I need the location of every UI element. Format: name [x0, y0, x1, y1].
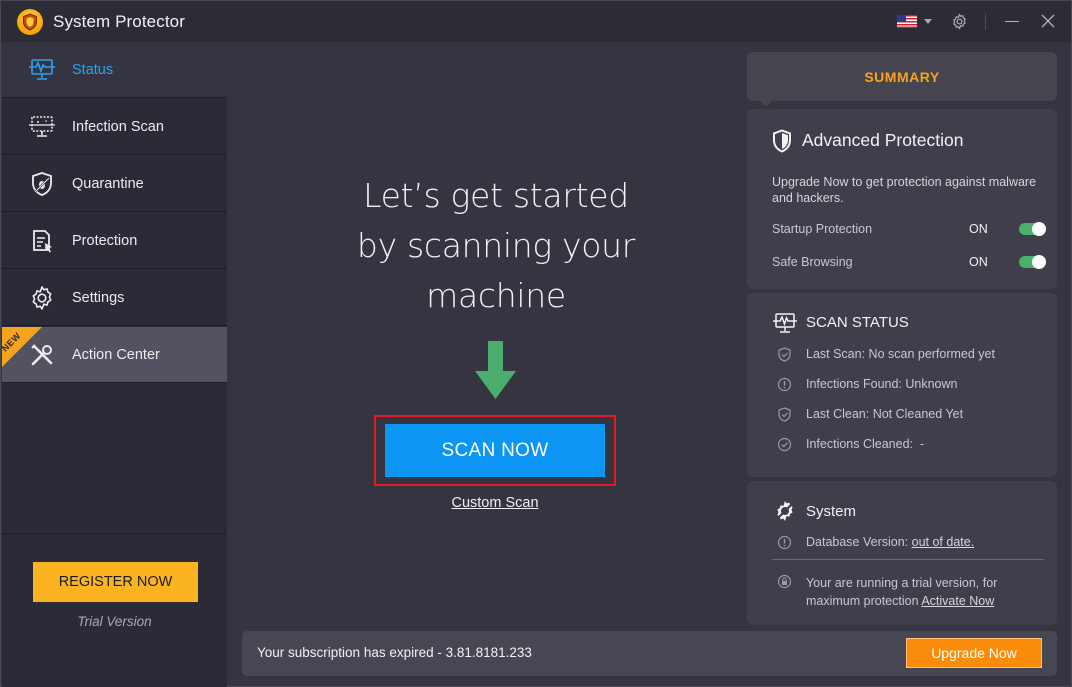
sidebar-item-label: Action Center [72, 346, 160, 363]
hero-heading: Let’s get started by scanning your machi… [356, 176, 636, 315]
alert-circle-icon [777, 535, 792, 550]
shield-check-icon [778, 347, 791, 362]
trial-version-label: Trial Version [77, 614, 152, 629]
app-title: System Protector [53, 12, 185, 31]
safe-browsing-state: ON [969, 255, 988, 269]
sidebar-item-label: Status [72, 61, 114, 78]
app-logo-icon [17, 9, 43, 35]
sidebar-item-infection-scan[interactable]: Infection Scan [2, 99, 227, 155]
database-out-of-date-link[interactable]: out of date. [912, 535, 975, 549]
subscription-status-text: Your subscription has expired - 3.81.818… [257, 645, 532, 660]
sidebar-item-quarantine[interactable]: Quarantine [2, 156, 227, 212]
scan-status-card: SCAN STATUS Last Scan: No scan performed… [747, 293, 1057, 477]
activate-now-link[interactable]: Activate Now [921, 594, 994, 608]
upgrade-now-button[interactable]: Upgrade Now [906, 638, 1042, 668]
system-divider [772, 559, 1044, 560]
document-cursor-icon [33, 230, 52, 253]
check-circle-icon [777, 437, 792, 452]
arrow-down-icon [475, 341, 516, 399]
infections-found-row: Infections Found: Unknown [777, 376, 1047, 394]
startup-protection-label: Startup Protection [772, 222, 873, 236]
startup-protection-toggle[interactable] [1019, 221, 1046, 236]
advanced-protection-card: Advanced Protection Upgrade Now to get p… [747, 109, 1057, 289]
sidebar-divider [2, 533, 227, 534]
title-bar: System Protector [1, 1, 1071, 42]
shield-check-icon [778, 407, 791, 422]
sidebar-item-protection[interactable]: Protection [2, 213, 227, 269]
monitor-pulse-icon [773, 313, 797, 333]
tools-icon [31, 344, 53, 366]
summary-tab-pointer [759, 100, 773, 107]
sidebar-item-status[interactable]: Status [2, 42, 227, 98]
sidebar-item-settings[interactable]: Settings [2, 270, 227, 326]
startup-protection-row: Startup Protection ON [772, 221, 1046, 239]
sidebar-item-action-center[interactable]: NEW Action Center [2, 327, 227, 383]
gear-icon [32, 286, 52, 310]
advanced-protection-title: Advanced Protection [802, 130, 964, 150]
custom-scan-link[interactable]: Custom Scan [401, 495, 589, 511]
titlebar-divider [985, 13, 986, 30]
sidebar-item-label: Protection [72, 232, 138, 249]
safe-browsing-toggle[interactable] [1019, 254, 1046, 269]
system-title: System [806, 503, 857, 520]
lock-circle-icon [777, 574, 792, 589]
settings-gear-icon[interactable] [951, 13, 968, 30]
safe-browsing-row: Safe Browsing ON [772, 254, 1046, 272]
advanced-protection-description: Upgrade Now to get protection against ma… [772, 175, 1037, 205]
sidebar-item-label: Settings [72, 289, 125, 306]
sidebar-item-label: Quarantine [72, 175, 144, 192]
close-icon[interactable] [1041, 14, 1055, 28]
infections-cleaned-row: Infections Cleaned: - [777, 436, 1047, 454]
scan-now-button[interactable]: SCAN NOW [385, 424, 605, 477]
minimize-icon[interactable] [1005, 21, 1019, 22]
database-version-row: Database Version: out of date. [777, 534, 1047, 552]
language-dropdown-caret-icon[interactable] [924, 19, 932, 24]
sidebar-item-label: Infection Scan [72, 118, 164, 135]
summary-tab[interactable]: SUMMARY [747, 52, 1057, 101]
sidebar: Status Infection Scan Quarantine Protect… [2, 42, 227, 687]
shield-icon [773, 129, 791, 153]
register-now-button[interactable]: REGISTER NOW [33, 562, 198, 602]
gear-wrench-icon [777, 501, 793, 521]
safe-browsing-label: Safe Browsing [772, 255, 853, 269]
system-card: System Database Version: out of date. Yo… [747, 481, 1057, 625]
app-window: System Protector Status Infection Scan Q… [0, 0, 1072, 687]
trial-notice-row: Your are running a trial version, for ma… [777, 573, 1047, 609]
subscription-footer: Your subscription has expired - 3.81.818… [242, 631, 1057, 676]
last-scan-row: Last Scan: No scan performed yet [777, 346, 1047, 364]
scan-status-title: SCAN STATUS [806, 314, 909, 331]
alert-circle-icon [777, 377, 792, 392]
monitor-scan-icon [29, 116, 55, 137]
monitor-pulse-icon [29, 59, 55, 80]
us-flag-icon[interactable] [897, 15, 917, 28]
last-clean-row: Last Clean: Not Cleaned Yet [777, 406, 1047, 424]
startup-protection-state: ON [969, 222, 988, 236]
shield-bug-icon [32, 172, 52, 196]
